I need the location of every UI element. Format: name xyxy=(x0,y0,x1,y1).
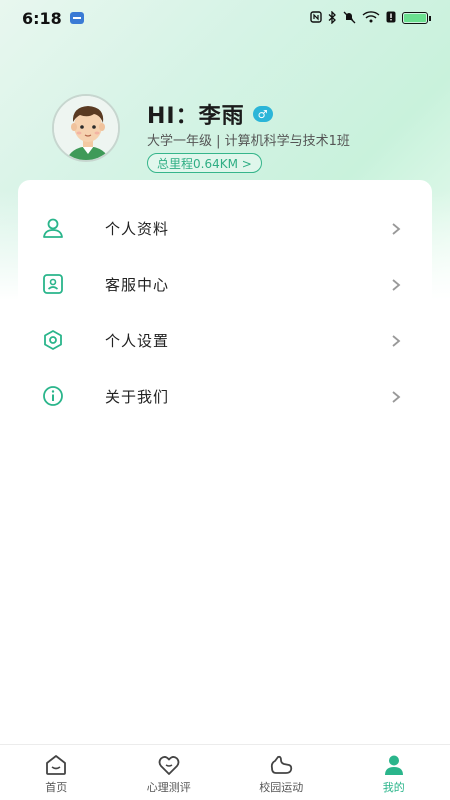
nav-item-mine[interactable]: 我的 xyxy=(338,745,450,800)
status-time: 6:18 xyxy=(22,8,62,28)
nav-item-home[interactable]: 首页 xyxy=(0,745,113,800)
male-gender-icon: ♂ xyxy=(252,106,273,122)
home-icon xyxy=(44,754,68,776)
avatar-image xyxy=(52,94,120,162)
chevron-right-icon xyxy=(390,277,402,291)
menu-item-label: 客服中心 xyxy=(105,275,170,294)
status-bar: 6:18 xyxy=(0,0,450,36)
profile-header: HI：李雨 ♂ 大学一年级 | 计算机科学与技术1班 总里程0.64KM > xyxy=(50,94,430,178)
mute-icon xyxy=(343,11,356,26)
nav-label: 我的 xyxy=(382,781,405,794)
nav-item-campus-sport[interactable]: 校园运动 xyxy=(225,745,338,800)
app-notification-icon xyxy=(69,12,84,24)
menu-item-personal-info[interactable]: 个人资料 xyxy=(18,200,432,256)
wifi-icon xyxy=(362,11,380,25)
user-greeting: HI：李雨 xyxy=(147,104,245,129)
menu-item-about-us[interactable]: 关于我们 xyxy=(18,368,432,424)
info-icon xyxy=(42,385,64,407)
menu-item-customer-service[interactable]: 客服中心 xyxy=(18,256,432,312)
menu-item-label: 个人资料 xyxy=(105,219,170,238)
menu-card: 个人资料 客服中心 个人设置 关于我们 xyxy=(18,180,432,430)
customer-service-icon xyxy=(42,273,64,295)
nfc-icon xyxy=(310,11,322,25)
bluetooth-icon xyxy=(328,9,337,26)
menu-item-personal-settings[interactable]: 个人设置 xyxy=(18,312,432,368)
battery-charging-icon xyxy=(402,12,431,24)
menu-item-label: 关于我们 xyxy=(105,387,170,406)
status-icons xyxy=(310,9,431,26)
alert-icon xyxy=(386,11,396,25)
avatar[interactable] xyxy=(50,94,134,162)
chevron-right-icon xyxy=(390,221,402,235)
heart-icon xyxy=(157,754,181,776)
settings-hexagon-icon xyxy=(42,329,64,351)
nav-item-psych-test[interactable]: 心理测评 xyxy=(113,745,226,800)
nav-label: 心理测评 xyxy=(146,781,191,794)
chevron-right-icon xyxy=(390,389,402,403)
person-icon xyxy=(42,217,64,239)
greeting-row: HI：李雨 ♂ xyxy=(147,98,273,130)
profile-icon xyxy=(382,754,406,776)
class-info: 大学一年级 | 计算机科学与技术1班 xyxy=(147,134,350,149)
sport-icon xyxy=(269,754,293,776)
nav-label: 首页 xyxy=(45,781,68,794)
chevron-right-icon xyxy=(390,333,402,347)
total-mileage-button[interactable]: 总里程0.64KM > xyxy=(147,153,262,173)
menu-item-label: 个人设置 xyxy=(105,331,170,350)
bottom-navigation: 首页 心理测评 校园运动 我的 xyxy=(0,744,450,800)
nav-label: 校园运动 xyxy=(259,781,304,794)
